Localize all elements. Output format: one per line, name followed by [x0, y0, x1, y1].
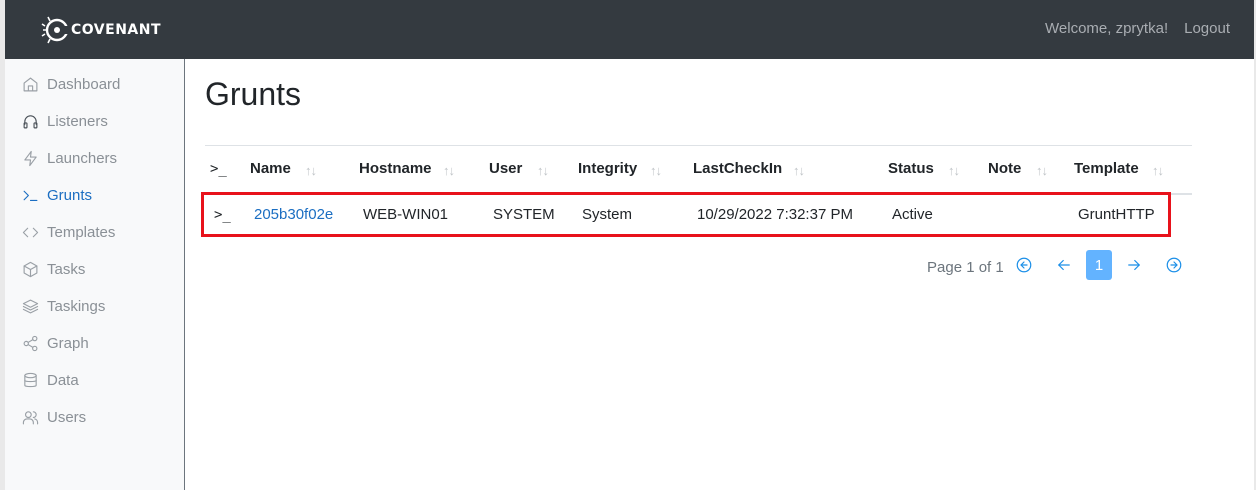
table-top-divider [205, 145, 1192, 146]
column-header-template[interactable]: Template [1074, 160, 1139, 177]
sidebar-item-taskings[interactable]: Taskings [21, 294, 105, 318]
sort-icon[interactable]: ↑↓ [1036, 163, 1048, 178]
sidebar-item-label: Users [47, 408, 87, 426]
last-page-icon [1166, 257, 1182, 273]
sort-icon[interactable]: ↑↓ [948, 163, 960, 178]
user-menu: Welcome, zprytka! Logout [1045, 20, 1230, 37]
headphones-icon [21, 112, 39, 130]
sort-icon[interactable]: ↑↓ [305, 163, 317, 178]
logout-link[interactable]: Logout [1184, 20, 1230, 37]
column-header-lastcheckin[interactable]: LastCheckIn [693, 160, 782, 177]
sidebar-item-grunts[interactable]: Grunts [21, 183, 92, 207]
users-icon [21, 408, 39, 426]
terminal-icon: >_ [210, 161, 227, 177]
sort-icon[interactable]: ↑↓ [650, 163, 662, 178]
code-icon [21, 223, 39, 241]
sidebar-item-users[interactable]: Users [21, 405, 86, 429]
main-content: Grunts >_ Name ↑↓ Hostname ↑↓ User ↑↓ In… [186, 59, 1254, 490]
sort-icon[interactable]: ↑↓ [793, 163, 805, 178]
arrow-left-icon [1058, 259, 1070, 271]
sidebar-item-listeners[interactable]: Listeners [21, 109, 108, 133]
sort-icon[interactable]: ↑↓ [443, 163, 455, 178]
first-page-icon [1016, 257, 1032, 273]
layers-icon [21, 297, 39, 315]
sidebar-item-label: Tasks [47, 260, 86, 278]
box-icon [21, 260, 39, 278]
column-header-status[interactable]: Status [888, 160, 934, 177]
sidebar-item-label: Templates [47, 223, 116, 241]
app-window: COVENANT Welcome, zprytka! Logout Dashbo… [0, 0, 1256, 490]
column-header-note[interactable]: Note [988, 160, 1021, 177]
sidebar-item-label: Data [47, 371, 79, 389]
sidebar-item-dashboard[interactable]: Dashboard [21, 72, 120, 96]
terminal-icon [21, 186, 39, 204]
page-title: Grunts [205, 76, 302, 112]
next-page-button[interactable] [1119, 250, 1149, 280]
pagination-summary: Page 1 of 1 [927, 259, 1004, 276]
sidebar-item-launchers[interactable]: Launchers [21, 146, 117, 170]
sidebar: Dashboard Listeners Launchers Grunts Tem… [5, 59, 185, 490]
column-header-name[interactable]: Name [250, 160, 291, 177]
sidebar-item-data[interactable]: Data [21, 368, 79, 392]
first-page-button[interactable] [1009, 250, 1039, 280]
sort-icon[interactable]: ↑↓ [1152, 163, 1164, 178]
sidebar-item-tasks[interactable]: Tasks [21, 257, 85, 281]
sidebar-item-label: Taskings [47, 297, 106, 315]
sidebar-item-label: Launchers [47, 149, 118, 167]
sidebar-item-templates[interactable]: Templates [21, 220, 115, 244]
sort-icon[interactable]: ↑↓ [537, 163, 549, 178]
top-navbar: COVENANT Welcome, zprytka! Logout [5, 0, 1254, 59]
arrow-right-icon [1128, 259, 1140, 271]
brand-name: COVENANT [71, 22, 162, 38]
home-icon [21, 75, 39, 93]
sidebar-item-label: Grunts [47, 186, 93, 204]
lightning-icon [21, 149, 39, 167]
brand-logo[interactable]: COVENANT [41, 14, 161, 46]
column-header-hostname[interactable]: Hostname [359, 160, 432, 177]
last-page-button[interactable] [1159, 250, 1189, 280]
database-icon [21, 371, 39, 389]
column-header-user[interactable]: User [489, 160, 522, 177]
welcome-link[interactable]: Welcome, zprytka! [1045, 20, 1168, 37]
column-header-integrity[interactable]: Integrity [578, 160, 637, 177]
share-icon [21, 334, 39, 352]
previous-page-button[interactable] [1049, 250, 1079, 280]
row-highlight-annotation [201, 192, 1171, 237]
covenant-logo-icon [41, 16, 73, 44]
sidebar-item-label: Listeners [47, 112, 108, 130]
sidebar-item-graph[interactable]: Graph [21, 331, 89, 355]
page-1-button[interactable]: 1 [1086, 250, 1112, 280]
sidebar-item-label: Graph [47, 334, 89, 352]
sidebar-item-label: Dashboard [47, 75, 121, 93]
